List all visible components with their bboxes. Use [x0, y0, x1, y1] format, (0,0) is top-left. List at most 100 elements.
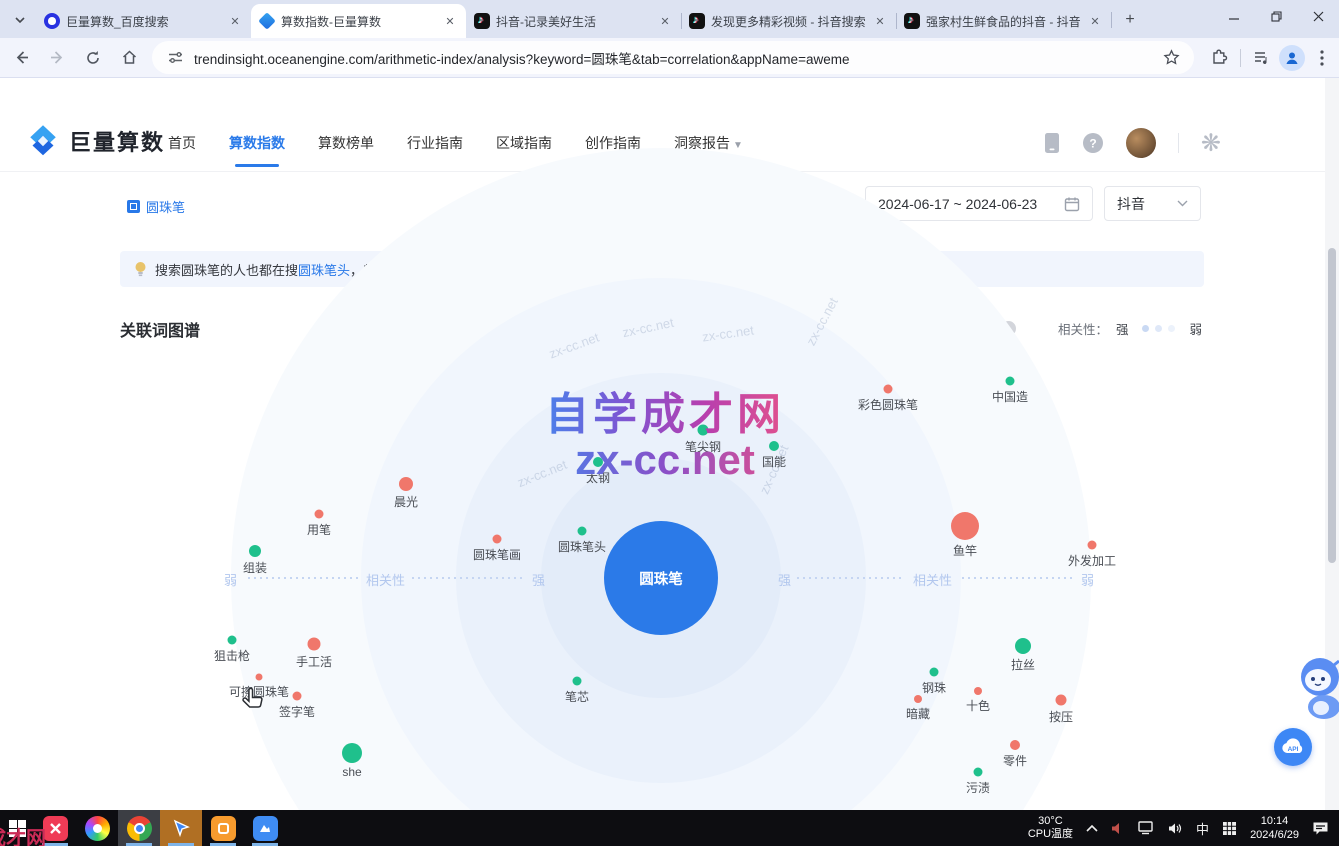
volume-icon[interactable] [1168, 822, 1183, 835]
bubble-组装[interactable] [249, 545, 261, 557]
taskbar-app-recorder[interactable] [202, 810, 244, 846]
ime-grid-icon[interactable] [1222, 821, 1237, 836]
tab-close-icon[interactable]: ✕ [657, 13, 673, 29]
bubble-用笔[interactable] [315, 510, 324, 519]
bubble-鱼竿[interactable] [951, 512, 979, 540]
tray-expand-icon[interactable] [1086, 824, 1098, 832]
bubble-污渍[interactable] [974, 768, 983, 777]
browser-profile-avatar[interactable] [1279, 45, 1305, 71]
color-wheel-app-icon [85, 816, 110, 841]
bubble-label: 签字笔 [279, 703, 315, 720]
pinwheel-icon[interactable]: ❋ [1201, 129, 1221, 158]
hint-link-related[interactable]: 圆珠笔头 [298, 260, 350, 279]
bubble-外发加工[interactable] [1088, 541, 1097, 550]
bubble-十色[interactable] [974, 687, 982, 695]
bubble-圆珠笔头[interactable] [578, 527, 587, 536]
tab-close-icon[interactable]: ✕ [872, 13, 888, 29]
bubble-签字笔[interactable] [293, 692, 302, 701]
ime-indicator[interactable]: 中 [1196, 819, 1209, 838]
bubble-可擦圆珠笔[interactable] [256, 674, 263, 681]
bubble-中国造[interactable] [1006, 377, 1015, 386]
reading-list-icon[interactable] [1247, 43, 1277, 73]
cpu-temp-widget[interactable]: 30°C CPU温度 [1028, 815, 1073, 841]
bubble-狙击枪[interactable] [228, 636, 237, 645]
bubble-label: 组装 [243, 559, 267, 576]
browser-tab-2-active[interactable]: 算数指数-巨量算数 ✕ [251, 4, 466, 38]
window-close-button[interactable] [1297, 0, 1339, 32]
bubble-暗藏[interactable] [914, 695, 922, 703]
keyword-checkbox-icon[interactable] [127, 200, 140, 213]
back-icon[interactable] [6, 43, 36, 73]
notification-center-icon[interactable] [1312, 821, 1329, 836]
nav-home[interactable]: 首页 [168, 129, 196, 157]
tab-title: 发现更多精彩视频 - 抖音搜索 [711, 13, 866, 30]
bubble-label: 鱼竿 [953, 542, 977, 559]
api-fab-button[interactable]: API [1274, 728, 1312, 766]
home-icon[interactable] [114, 43, 144, 73]
center-keyword-bubble[interactable]: 圆珠笔 [604, 521, 718, 635]
keyword-tag[interactable]: 圆珠笔 [127, 197, 185, 216]
taskbar-app-color-wheel[interactable] [76, 810, 118, 846]
bubble-笔芯[interactable] [573, 677, 582, 686]
bookmark-star-icon[interactable] [1156, 43, 1186, 73]
tab-close-icon[interactable]: ✕ [227, 13, 243, 29]
new-tab-button[interactable]: + [1117, 7, 1143, 33]
bubble-圆珠笔画[interactable] [493, 535, 502, 544]
mobile-app-icon[interactable] [1044, 132, 1060, 154]
taskbar-app-pointer-active[interactable] [160, 810, 202, 846]
reload-icon[interactable] [78, 43, 108, 73]
douyin-favicon [689, 13, 705, 29]
tab-title: 算数指数-巨量算数 [281, 13, 436, 30]
platform-select[interactable]: 抖音 [1104, 186, 1201, 221]
window-restore-button[interactable] [1255, 0, 1297, 32]
browser-menu-icon[interactable] [1307, 43, 1337, 73]
bubble-拉丝[interactable] [1015, 638, 1031, 654]
muted-speaker-icon[interactable] [1111, 822, 1125, 835]
bubble-label: 中国造 [992, 388, 1028, 405]
taskbar-app-pink-x[interactable] [34, 810, 76, 846]
corr-gradient-dots [1142, 325, 1175, 332]
axis-weak-right: 弱 [1081, 570, 1094, 589]
window-minimize-button[interactable] [1213, 0, 1255, 32]
bubble-she[interactable] [342, 743, 362, 763]
tab-search-chevron-icon[interactable] [6, 6, 34, 34]
extensions-icon[interactable] [1204, 43, 1234, 73]
browser-tab-4[interactable]: 发现更多精彩视频 - 抖音搜索 ✕ [681, 4, 896, 38]
user-avatar[interactable] [1126, 128, 1156, 158]
nav-index[interactable]: 算数指数 [229, 129, 285, 157]
browser-tab-1[interactable]: 巨量算数_百度搜索 ✕ [36, 4, 251, 38]
bubble-彩色圆珠笔[interactable] [884, 385, 893, 394]
taskbar-app-chrome[interactable] [118, 810, 160, 846]
bubble-笔尖钢[interactable] [698, 425, 709, 436]
network-icon[interactable] [1138, 821, 1155, 835]
bubble-手工活[interactable] [308, 638, 321, 651]
site-logo[interactable]: 巨量算数 [25, 123, 165, 159]
bubble-晨光[interactable] [399, 477, 413, 491]
help-icon[interactable]: ? [1082, 132, 1104, 154]
url-bar[interactable]: trendinsight.oceanengine.com/arithmetic-… [152, 41, 1194, 74]
forward-icon[interactable] [42, 43, 72, 73]
bubble-国能[interactable] [769, 441, 779, 451]
nav-industry[interactable]: 行业指南 [407, 129, 463, 157]
mascot-character[interactable] [1290, 655, 1339, 721]
browser-tab-3[interactable]: 抖音-记录美好生活 ✕ [466, 4, 681, 38]
tab-close-icon[interactable]: ✕ [442, 13, 458, 29]
nav-region[interactable]: 区域指南 [496, 129, 552, 157]
nav-rankings[interactable]: 算数榜单 [318, 129, 374, 157]
start-button[interactable] [0, 810, 34, 846]
scrollbar-thumb[interactable] [1328, 248, 1336, 563]
brand-name: 巨量算数 [69, 125, 165, 157]
date-range-picker[interactable]: 2024-06-17 ~ 2024-06-23 [865, 186, 1093, 221]
tab-close-icon[interactable]: ✕ [1087, 13, 1103, 29]
browser-tab-5[interactable]: 强家村生鲜食品的抖音 - 抖音 ✕ [896, 4, 1111, 38]
browser-tab-strip: 巨量算数_百度搜索 ✕ 算数指数-巨量算数 ✕ 抖音-记录美好生活 ✕ 发现更多… [0, 0, 1339, 38]
site-info-icon[interactable] [164, 47, 186, 69]
taskbar-app-blue[interactable] [244, 810, 286, 846]
bubble-太钢[interactable] [593, 457, 603, 467]
url-text[interactable]: trendinsight.oceanengine.com/arithmetic-… [194, 48, 1154, 68]
system-tray: 30°C CPU温度 中 10:14 2024/6/29 [1028, 810, 1339, 846]
bubble-按压[interactable] [1056, 695, 1067, 706]
bubble-零件[interactable] [1010, 740, 1020, 750]
tray-clock[interactable]: 10:14 2024/6/29 [1250, 814, 1299, 842]
bubble-钢珠[interactable] [930, 668, 939, 677]
